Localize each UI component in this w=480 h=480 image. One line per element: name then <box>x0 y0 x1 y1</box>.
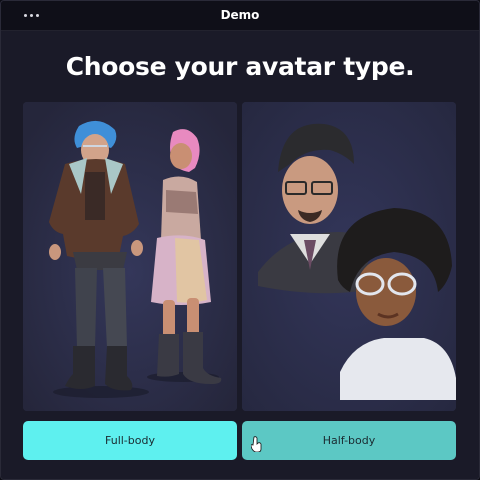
app-title: Demo <box>220 8 260 22</box>
full-body-card[interactable] <box>23 102 237 411</box>
half-body-avatars-image <box>242 102 456 411</box>
main-content: Choose your avatar type. Full-body Half-… <box>1 31 479 479</box>
half-body-card[interactable] <box>242 102 456 411</box>
half-body-button[interactable]: Half-body <box>242 421 456 460</box>
app-window: Demo Choose your avatar type. Full-body … <box>0 0 480 480</box>
page-heading: Choose your avatar type. <box>65 52 415 81</box>
titlebar: Demo <box>1 1 479 31</box>
full-body-button[interactable]: Full-body <box>23 421 237 460</box>
full-body-avatars-image <box>23 102 237 411</box>
